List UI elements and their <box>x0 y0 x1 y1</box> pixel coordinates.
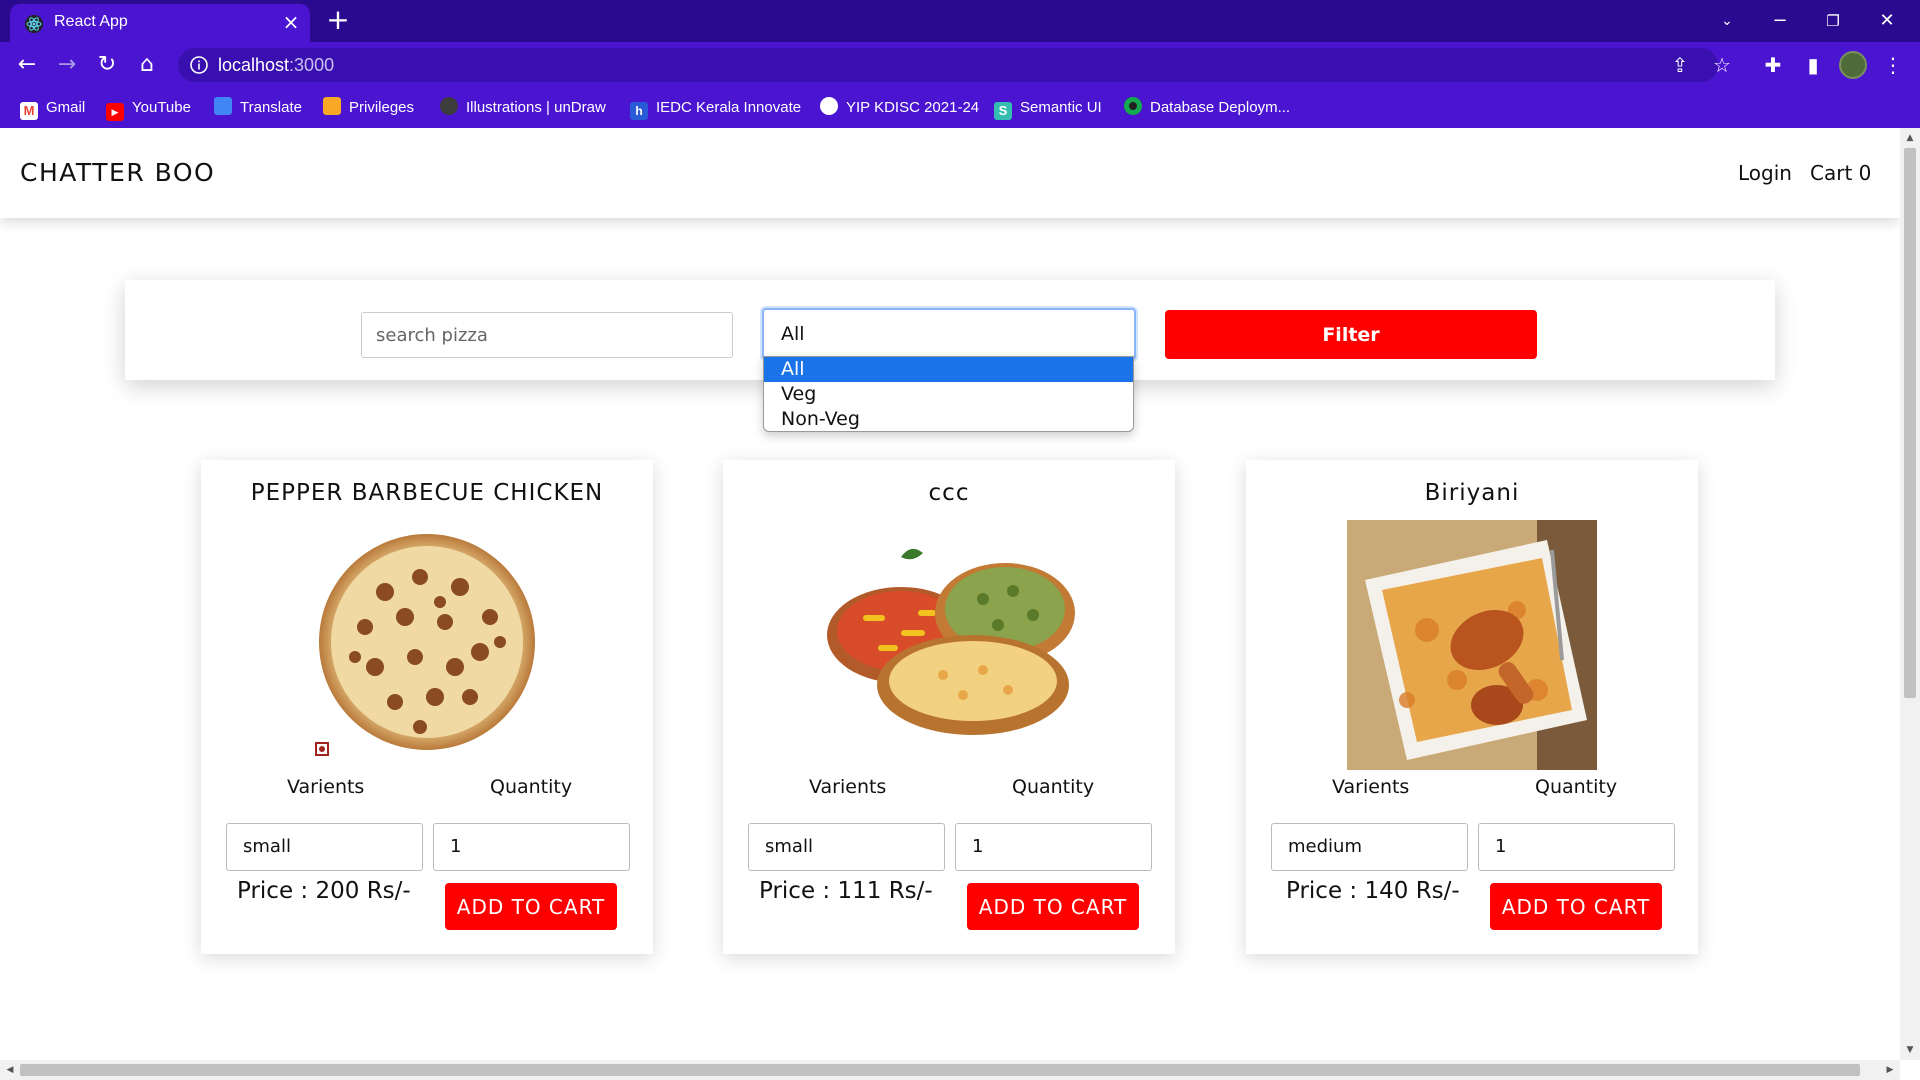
browser-tab[interactable]: React App × <box>10 4 310 42</box>
quantity-select[interactable]: 1 <box>1478 823 1675 871</box>
tab-title: React App <box>54 13 128 30</box>
login-link[interactable]: Login <box>1738 161 1792 185</box>
cart-link[interactable]: Cart 0 <box>1810 161 1871 185</box>
horizontal-scroll-thumb[interactable] <box>20 1064 1860 1076</box>
quantity-value: 1 <box>450 836 462 857</box>
quantity-label: Quantity <box>490 776 573 798</box>
product-card: PEPPER BARBECUE CHICKEN Varients Quantit… <box>201 460 653 954</box>
category-select[interactable]: All <box>762 308 1136 360</box>
filter-button[interactable]: Filter <box>1165 310 1537 359</box>
reload-icon[interactable]: ↻ <box>92 50 122 80</box>
bookmark-privileges[interactable]: Privileges <box>323 97 414 119</box>
product-name: Biriyani <box>1424 480 1520 506</box>
minimize-icon[interactable]: − <box>1765 6 1795 36</box>
bookmark-translate[interactable]: Translate <box>214 97 302 119</box>
category-dropdown-list: All Veg Non-Veg <box>763 356 1134 432</box>
tab-search-icon[interactable]: ⌄ <box>1712 6 1742 36</box>
product-price: Price : 200 Rs/- <box>237 878 411 904</box>
add-to-cart-button[interactable]: ADD TO CART <box>445 883 617 930</box>
privileges-icon <box>323 97 341 115</box>
brand-logo[interactable]: CHATTER BOO <box>20 158 215 187</box>
browser-toolbar: ← → ↻ ⌂ localhost:3000 ⇪ ☆ ✚ ▮ ⋮ <box>0 42 1920 88</box>
add-to-cart-button[interactable]: ADD TO CART <box>1490 883 1662 930</box>
new-tab-icon[interactable]: + <box>325 6 351 34</box>
search-input[interactable] <box>361 312 733 358</box>
option-non-veg[interactable]: Non-Veg <box>764 407 1133 431</box>
bookmark-star-icon[interactable]: ☆ <box>1709 52 1735 78</box>
scroll-up-icon[interactable]: ▲ <box>1900 128 1920 148</box>
variants-label: Varients <box>287 776 365 798</box>
back-icon[interactable]: ← <box>12 50 42 80</box>
quantity-label: Quantity <box>1012 776 1095 798</box>
profile-avatar[interactable] <box>1839 51 1867 79</box>
variant-select[interactable]: small <box>748 823 945 871</box>
variant-value: medium <box>1288 836 1362 857</box>
bookmark-database[interactable]: Database Deploym... <box>1124 97 1290 119</box>
bookmark-semantic-ui[interactable]: S Semantic UI <box>994 97 1102 120</box>
product-name: PEPPER BARBECUE CHICKEN <box>250 480 604 506</box>
share-icon[interactable]: ⇪ <box>1667 52 1693 78</box>
gmail-icon: M <box>20 102 38 120</box>
product-name: ccc <box>928 480 970 506</box>
quantity-value: 1 <box>1495 836 1507 857</box>
browser-tab-bar: React App × + ⌄ − ❐ ✕ <box>0 0 1920 42</box>
option-all[interactable]: All <box>764 357 1133 382</box>
bookmarks-bar: M Gmail ▶ YouTube Translate Privileges Ill… <box>0 88 1920 128</box>
url-text: localhost:3000 <box>218 55 335 75</box>
side-panel-icon[interactable]: ▮ <box>1800 52 1826 78</box>
quantity-label: Quantity <box>1535 776 1618 798</box>
site-navbar: CHATTER BOO Login Cart 0 <box>0 128 1900 218</box>
variants-label: Varients <box>809 776 887 798</box>
product-price: Price : 140 Rs/- <box>1286 878 1460 904</box>
three-pizzas-image <box>827 548 1075 735</box>
restore-icon[interactable]: ❐ <box>1818 6 1848 36</box>
option-veg[interactable]: Veg <box>764 382 1133 407</box>
bookmark-yip[interactable]: YIP KDISC 2021-24 <box>820 97 979 119</box>
site-info-icon[interactable] <box>188 54 210 76</box>
forward-icon[interactable]: → <box>52 50 82 80</box>
scroll-left-icon[interactable]: ◀ <box>0 1060 20 1080</box>
quantity-select[interactable]: 1 <box>433 823 630 871</box>
bookmark-undraw[interactable]: Illustrations | unDraw <box>440 97 606 119</box>
youtube-icon: ▶ <box>106 103 124 121</box>
page-viewport: CHATTER BOO Login Cart 0 All Filter PEPP… <box>0 128 1900 1060</box>
biriyani-image <box>1347 520 1597 770</box>
vertical-scroll-thumb[interactable] <box>1904 148 1916 698</box>
mongodb-icon <box>1124 97 1142 115</box>
variant-select[interactable]: small <box>226 823 423 871</box>
add-to-cart-button[interactable]: ADD TO CART <box>967 883 1139 930</box>
close-window-icon[interactable]: ✕ <box>1872 6 1902 36</box>
horizontal-scrollbar[interactable]: ◀ ▶ <box>0 1060 1900 1080</box>
menu-icon[interactable]: ⋮ <box>1880 52 1906 78</box>
product-card: ccc Varients Quantity small 1 Price : 11… <box>723 460 1175 954</box>
bookmark-youtube[interactable]: ▶ YouTube <box>106 97 191 121</box>
translate-icon <box>214 97 232 115</box>
close-tab-icon[interactable]: × <box>280 11 302 33</box>
product-card: Biriyani Varients Quantity medium 1 Pric… <box>1246 460 1698 954</box>
quantity-value: 1 <box>972 836 984 857</box>
non-veg-icon <box>315 742 329 756</box>
bookmark-gmail[interactable]: M Gmail <box>20 97 85 120</box>
bookmark-iedc[interactable]: h IEDC Kerala Innovate <box>630 97 801 120</box>
category-select-value: All <box>781 323 805 345</box>
extensions-icon[interactable]: ✚ <box>1760 52 1786 78</box>
variants-label: Varients <box>1332 776 1410 798</box>
yip-icon <box>820 97 838 115</box>
react-icon <box>25 15 43 33</box>
semantic-ui-icon: S <box>994 102 1012 120</box>
scroll-down-icon[interactable]: ▼ <box>1900 1040 1920 1060</box>
iedc-icon: h <box>630 102 648 120</box>
variant-value: small <box>765 836 813 857</box>
home-icon[interactable]: ⌂ <box>132 50 162 80</box>
address-bar[interactable]: localhost:3000 <box>178 48 1718 82</box>
variant-value: small <box>243 836 291 857</box>
vertical-scrollbar[interactable]: ▲ ▼ <box>1900 128 1920 1060</box>
pizza-image <box>319 534 535 750</box>
product-price: Price : 111 Rs/- <box>759 878 933 904</box>
undraw-icon <box>440 97 458 115</box>
scroll-right-icon[interactable]: ▶ <box>1880 1060 1900 1080</box>
variant-select[interactable]: medium <box>1271 823 1468 871</box>
quantity-select[interactable]: 1 <box>955 823 1152 871</box>
